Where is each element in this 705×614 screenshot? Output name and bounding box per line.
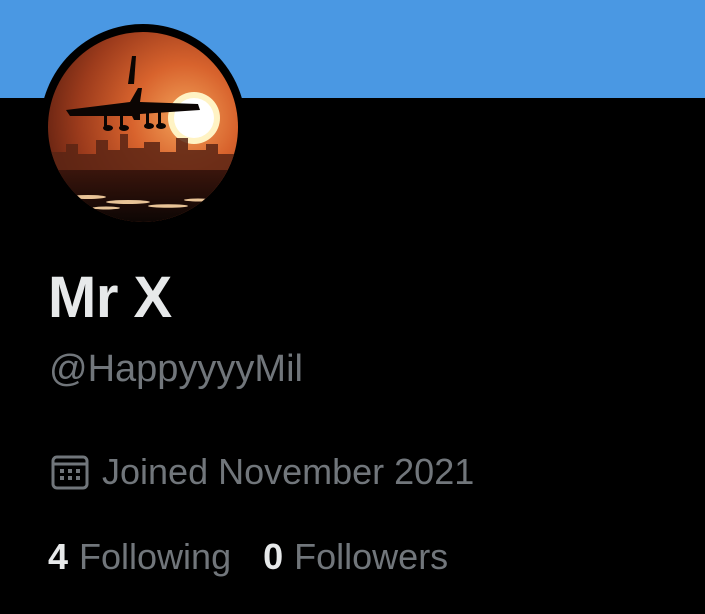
following-link[interactable]: 4 Following bbox=[48, 536, 231, 578]
following-label: Following bbox=[79, 536, 232, 577]
airplane-sunset-avatar-image bbox=[48, 32, 238, 222]
calendar-icon bbox=[50, 452, 90, 492]
followers-label: Followers bbox=[294, 536, 449, 577]
follow-stats: 4 Following 0 Followers bbox=[48, 536, 448, 578]
following-count: 4 bbox=[48, 536, 69, 577]
joined-date-row: Joined November 2021 bbox=[50, 450, 474, 494]
profile-handle: @HappyyyyMil bbox=[49, 348, 303, 390]
avatar[interactable] bbox=[40, 24, 246, 230]
followers-count: 0 bbox=[263, 536, 284, 577]
joined-date: Joined November 2021 bbox=[102, 451, 475, 492]
display-name: Mr X bbox=[48, 265, 172, 330]
followers-link[interactable]: 0 Followers bbox=[263, 536, 448, 578]
